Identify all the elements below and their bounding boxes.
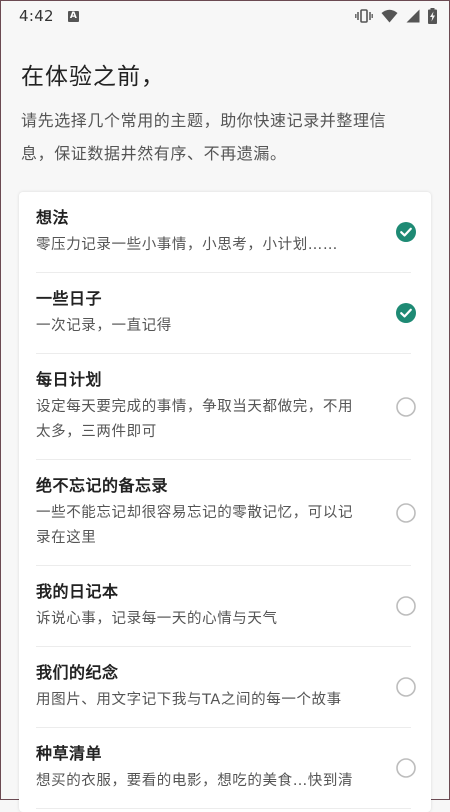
topic-description-line: 用图片、用文字记下我与TA之间的每一个故事 xyxy=(36,692,342,708)
topic-row[interactable]: 想法零压力记录一些小事情，小思考，小计划…… xyxy=(36,192,416,273)
topic-description: 用图片、用文字记下我与TA之间的每一个故事 xyxy=(36,688,381,713)
vibrate-icon xyxy=(355,9,373,23)
topic-title: 每日计划 xyxy=(36,370,103,389)
topic-description: 想买的衣服，要看的电影，想吃的美食…快到清 xyxy=(36,769,381,794)
topic-description-line: 想买的衣服，要看的电影，想吃的美食…快到清 xyxy=(36,773,354,789)
topic-description: 零压力记录一些小事情，小思考，小计划…… xyxy=(36,233,381,258)
topic-row[interactable]: 种草清单想买的衣服，要看的电影，想吃的美食…快到清 xyxy=(36,728,416,809)
topic-row[interactable]: 我们的纪念用图片、用文字记下我与TA之间的每一个故事 xyxy=(36,647,416,728)
topic-description-line: 一些不能忘记却很容易忘记的零散记忆，可以记 xyxy=(36,505,354,521)
topic-row[interactable]: 绝不忘记的备忘录一些不能忘记却很容易忘记的零散记忆，可以记 录在这里 xyxy=(36,460,416,566)
checked-circle-icon[interactable] xyxy=(396,222,416,242)
status-icons xyxy=(355,8,437,24)
topic-row[interactable]: 我的日记本诉说心事，记录每一天的心情与天气 xyxy=(36,566,416,647)
topic-title: 绝不忘记的备忘录 xyxy=(36,476,169,495)
topic-description: 一些不能忘记却很容易忘记的零散记忆，可以记 录在这里 xyxy=(36,501,381,551)
intro-line: 请先选择几个常用的主题，助你快速记录并整理信 xyxy=(21,111,387,130)
intro-text: 请先选择几个常用的主题，助你快速记录并整理信 息，保证数据井然有序、不再遗漏。 xyxy=(21,104,431,170)
unchecked-circle-icon[interactable] xyxy=(396,596,416,616)
topic-description: 设定每天要完成的事情，争取当天都做完，不用 太多，三两件即可 xyxy=(36,395,381,445)
checked-circle-icon[interactable] xyxy=(396,303,416,323)
topic-title: 我的日记本 xyxy=(36,582,119,601)
topic-row[interactable]: 一些日子一次记录，一直记得 xyxy=(36,273,416,354)
topic-title: 种草清单 xyxy=(36,744,103,763)
battery-charging-icon xyxy=(428,8,437,24)
topic-row[interactable]: 每日计划设定每天要完成的事情，争取当天都做完，不用 太多，三两件即可 xyxy=(36,354,416,460)
wifi-icon xyxy=(381,9,398,23)
topic-description-line: 设定每天要完成的事情，争取当天都做完，不用 xyxy=(36,399,354,415)
page-title: 在体验之前， xyxy=(21,64,165,90)
topic-description-line: 零压力记录一些小事情，小思考，小计划…… xyxy=(36,237,338,253)
topic-description-line: 太多，三两件即可 xyxy=(36,424,157,440)
topic-description: 一次记录，一直记得 xyxy=(36,314,381,339)
unchecked-circle-icon[interactable] xyxy=(396,677,416,697)
unchecked-circle-icon[interactable] xyxy=(396,502,416,523)
a-letter-icon: A xyxy=(67,10,79,22)
topic-list: 想法 零压力记录一些小事情，小思考，小计划…… 一些日子 一次记录，一直记得 每日计划设… xyxy=(19,192,431,812)
unchecked-circle-icon[interactable] xyxy=(396,758,416,778)
topic-title: 一些日子 xyxy=(36,289,103,308)
topic-description-line: 一次记录，一直记得 xyxy=(36,318,172,334)
topic-description: 诉说心事，记录每一天的心情与天气 xyxy=(36,607,381,632)
status-bar: 4:42 A xyxy=(1,1,449,31)
status-time: 4:42 xyxy=(19,7,54,25)
intro-line: 息，保证数据井然有序、不再遗漏。 xyxy=(21,144,287,163)
topic-title: 我们的纪念 xyxy=(36,663,119,682)
signal-icon xyxy=(406,9,420,23)
unchecked-circle-icon[interactable] xyxy=(396,396,416,417)
topic-description-line: 录在这里 xyxy=(36,530,97,546)
topic-title: 想法 xyxy=(36,208,70,227)
topic-description-line: 诉说心事，记录每一天的心情与天气 xyxy=(36,611,278,627)
